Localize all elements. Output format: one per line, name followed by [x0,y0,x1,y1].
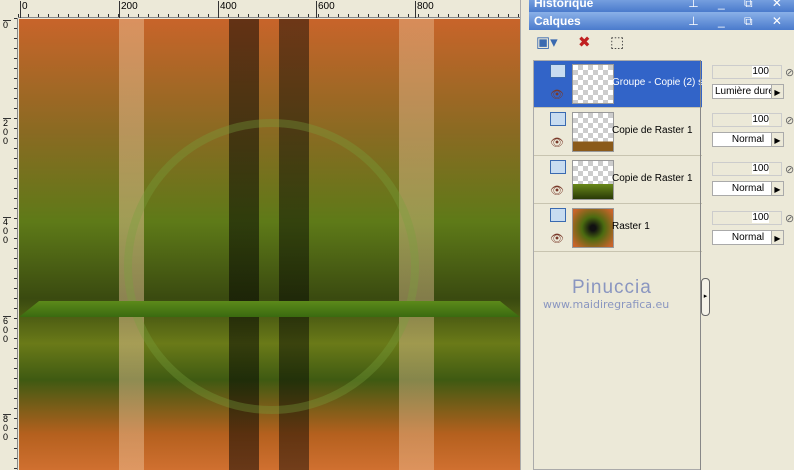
new-layer-icon[interactable]: ▣▾ [536,33,558,51]
layer-type-icon [550,112,566,126]
panel-controls[interactable]: ⊥ _ ⧉ ✕ [688,14,790,29]
layers-panel-title[interactable]: Calques ⊥ _ ⧉ ✕ [529,12,794,30]
layer-thumbnail [572,208,614,248]
link-icon[interactable]: ⊘ [785,212,794,225]
panel-controls[interactable]: ⊥ _ ⧉ ✕ [688,0,790,11]
opacity-slider[interactable]: 100 [712,113,782,127]
link-icon[interactable]: ⊘ [785,114,794,127]
delete-layer-icon[interactable]: ✖ [578,33,591,51]
layer-name: Raster 1 [612,221,650,232]
horizontal-ruler: 0 200 400 600 800 [18,0,520,18]
layer-thumbnail [572,64,614,104]
image-canvas[interactable] [19,19,520,470]
link-icon[interactable]: ⊘ [785,66,794,79]
blend-arrow-icon[interactable]: ▶ [771,181,784,196]
layer-row[interactable]: 👁 Groupe - Copie (2) sur [534,61,702,108]
opacity-slider[interactable]: 100 [712,162,782,176]
ruler-label: 800 [415,1,434,18]
ruler-label: 600 [316,1,335,18]
blend-arrow-icon[interactable]: ▶ [771,132,784,147]
ruler-label: 200 [3,118,11,146]
green-shelf [19,301,520,317]
layer-name: Groupe - Copie (2) sur [612,77,702,88]
layer-type-icon [550,160,566,174]
circle-frame [124,119,419,414]
ruler-label: 200 [119,1,138,18]
eye-icon[interactable]: 👁 [550,88,564,101]
layer-name: Copie de Raster 1 [612,125,693,136]
watermark-name: Pinuccia [572,277,652,298]
blend-arrow-icon[interactable]: ▶ [771,230,784,245]
layers-scrollbar[interactable]: ▸ [700,60,710,470]
ruler-label: 400 [218,1,237,18]
eye-icon[interactable]: 👁 [550,136,564,149]
ruler-label: 400 [3,217,11,245]
ruler-label: 0 [3,20,11,30]
eye-icon[interactable]: 👁 [550,184,564,197]
layer-name: Copie de Raster 1 [612,173,693,184]
layers-list: 👁 Groupe - Copie (2) sur 👁 Copie de Rast… [533,60,702,470]
ruler-label: 600 [3,316,11,344]
layer-row[interactable]: 👁 Copie de Raster 1 [534,109,702,156]
link-icon[interactable]: ⊘ [785,163,794,176]
eye-icon[interactable]: 👁 [550,232,564,245]
watermark-url: www.maidiregrafica.eu [543,298,670,311]
scroll-thumb[interactable]: ▸ [701,278,710,316]
layer-type-icon [550,64,566,78]
canvas-scrollbar[interactable] [520,0,527,470]
mask-icon[interactable]: ⬚ [610,33,624,51]
layer-row[interactable]: 👁 Copie de Raster 1 [534,157,702,204]
history-panel-title[interactable]: Historique ⊥ _ ⧉ ✕ [529,0,794,12]
blend-arrow-icon[interactable]: ▶ [771,84,784,99]
opacity-slider[interactable]: 100 [712,65,782,79]
layers-toolbar: ▣▾ ✖ ⬚ [530,30,794,58]
history-title: Historique [534,0,594,10]
ruler-label: 800 [3,414,11,442]
layer-type-icon [550,208,566,222]
ruler-label: 0 [20,1,28,18]
layers-title: Calques [534,14,581,28]
vertical-ruler: 0 200 400 600 800 [0,18,18,470]
layer-thumbnail [572,160,614,200]
opacity-slider[interactable]: 100 [712,211,782,225]
layer-row[interactable]: 👁 Raster 1 [534,205,702,252]
layer-thumbnail [572,112,614,152]
